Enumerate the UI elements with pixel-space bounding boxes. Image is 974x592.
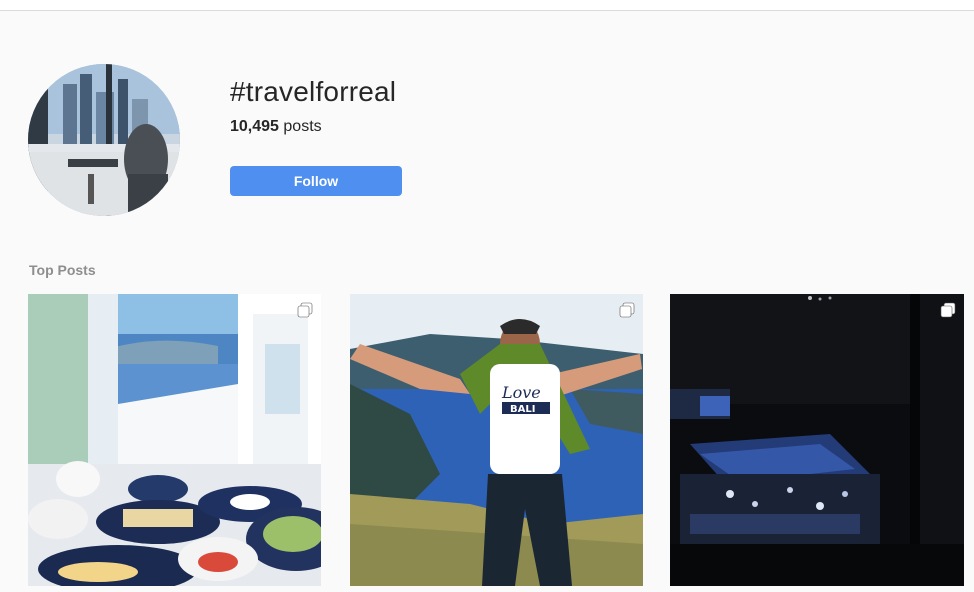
follow-button[interactable]: Follow bbox=[230, 166, 402, 196]
svg-text:Love: Love bbox=[501, 383, 541, 402]
hashtag-title: #travelforreal bbox=[230, 76, 397, 107]
carousel-icon bbox=[619, 302, 635, 318]
post-count: 10,495 posts bbox=[230, 118, 322, 136]
carousel-icon bbox=[940, 302, 956, 318]
carousel-icon bbox=[297, 302, 313, 318]
post-count-number: 10,495 bbox=[230, 118, 279, 135]
post-thumbnail-3[interactable] bbox=[670, 294, 964, 586]
top-nav-bar bbox=[0, 0, 974, 11]
hashtag-avatar bbox=[28, 64, 180, 216]
svg-text:BALI: BALI bbox=[510, 404, 535, 415]
post-thumbnail-1[interactable] bbox=[28, 294, 321, 586]
post-thumbnail-2[interactable]: Love BALI bbox=[350, 294, 643, 586]
top-posts-heading: Top Posts bbox=[29, 262, 96, 278]
post-count-label: posts bbox=[283, 118, 322, 135]
